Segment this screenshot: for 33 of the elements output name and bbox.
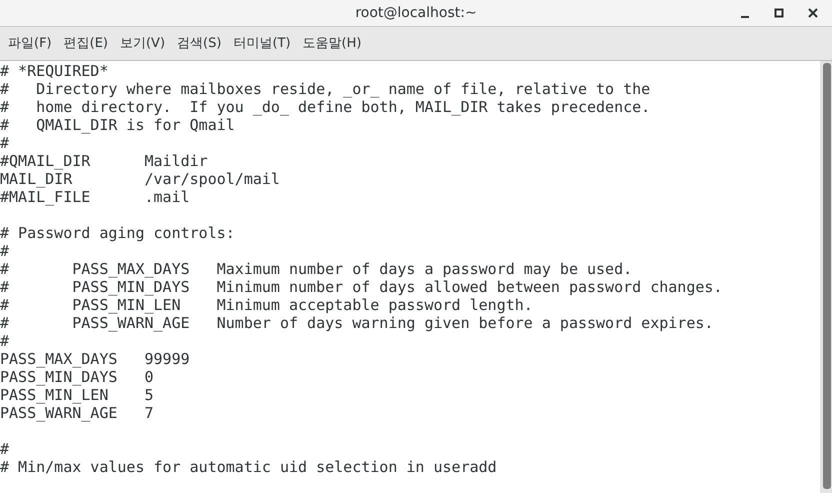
menu-item[interactable]: 보기(V): [114, 27, 172, 60]
close-icon: [808, 8, 818, 18]
terminal-line: PASS_MIN_LEN 5: [0, 386, 155, 404]
scrollbar-thumb[interactable]: [823, 63, 831, 489]
terminal-line: #: [0, 242, 10, 260]
menu-item[interactable]: 검색(S): [171, 27, 228, 60]
terminal-line: # QMAIL_DIR is for Qmail: [0, 116, 236, 134]
terminal-line: # Password aging controls:: [0, 224, 236, 242]
terminal-line: # PASS_WARN_AGE Number of days warning given before a password expires.: [0, 314, 714, 332]
terminal-line: # home directory. If you _do_ define both, MAIL_DIR takes precedence.: [0, 98, 652, 116]
terminal-line: PASS_MIN_DAYS 0: [0, 368, 155, 386]
minimize-icon: [741, 16, 749, 18]
terminal-line: # PASS_MAX_DAYS Maximum number of days a password may be used.: [0, 260, 634, 278]
terminal-line: # PASS_MIN_LEN Minimum acceptable password length.: [0, 296, 534, 314]
terminal-line: #: [0, 440, 10, 458]
terminal-line: PASS_WARN_AGE 7: [0, 404, 155, 422]
window-title: root@localhost:~: [355, 4, 477, 23]
terminal-line: # Min/max values for automatic uid selection in useradd: [0, 458, 498, 476]
menu-item[interactable]: 편집(E): [58, 27, 114, 60]
menu-item[interactable]: 파일(F): [2, 27, 58, 60]
terminal-line: #: [0, 134, 10, 152]
terminal-line: # *REQUIRED*: [0, 62, 110, 80]
terminal-line: # PASS_MIN_DAYS Minimum number of days allowed between password changes.: [0, 278, 724, 296]
terminal-line: #: [0, 332, 10, 350]
menu-item[interactable]: 터미널(T): [227, 27, 297, 60]
terminal-line: # Directory where mailboxes reside, _or_ name of file, relative to the: [0, 80, 652, 98]
terminal-line: #QMAIL_DIR Maildir: [0, 152, 209, 170]
terminal-line: #MAIL_FILE .mail: [0, 188, 191, 206]
terminal-line: MAIL_DIR /var/spool/mail: [0, 170, 281, 188]
scrollbar[interactable]: [820, 61, 832, 493]
terminal-line: PASS_MAX_DAYS 99999: [0, 350, 191, 368]
menu-item[interactable]: 도움말(H): [296, 27, 368, 60]
maximize-icon: [774, 8, 784, 18]
